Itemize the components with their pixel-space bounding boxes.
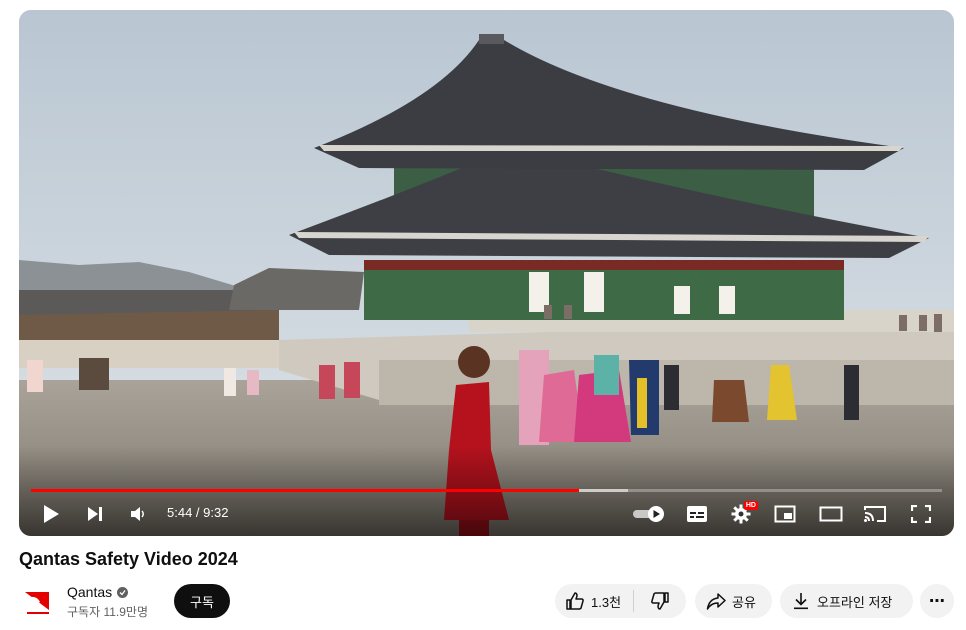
thumbs-down-icon [651, 592, 669, 610]
fullscreen-button[interactable] [907, 500, 935, 528]
offline-save-button[interactable]: 오프라인 저장 [780, 584, 913, 618]
more-icon: ⋯ [929, 593, 945, 610]
qantas-logo [25, 592, 49, 614]
volume-button[interactable] [125, 500, 151, 528]
autoplay-toggle[interactable] [631, 500, 667, 528]
progress-bar[interactable] [31, 489, 942, 492]
dislike-button[interactable] [634, 584, 686, 618]
like-button[interactable]: 1.3천 [555, 584, 621, 618]
cast-button[interactable] [861, 500, 889, 528]
theater-mode-button[interactable] [817, 500, 845, 528]
volume-icon [131, 507, 144, 521]
miniplayer-icon [774, 505, 796, 523]
channel-avatar[interactable] [19, 582, 57, 620]
share-label: 공유 [732, 594, 756, 610]
hd-badge: HD [743, 501, 758, 510]
fullscreen-icon [911, 505, 931, 523]
like-count: 1.3천 [591, 594, 622, 610]
time-display: 5:44 / 9:32 [167, 505, 229, 520]
miniplayer-button[interactable] [771, 500, 799, 528]
download-icon [794, 593, 808, 610]
played-bar [31, 489, 579, 492]
video-title: Qantas Safety Video 2024 [19, 549, 238, 569]
channel-name[interactable]: Qantas [67, 584, 129, 600]
offline-save-label: 오프라인 저장 [817, 594, 893, 610]
play-button[interactable] [37, 500, 65, 528]
share-button[interactable]: 공유 [695, 584, 772, 618]
next-button[interactable] [81, 500, 109, 528]
autoplay-toggle-icon [633, 506, 664, 522]
cast-icon [864, 506, 886, 522]
next-icon [88, 507, 102, 521]
subtitles-button[interactable] [683, 500, 711, 528]
subscriber-count: 구독자 11.9만명 [67, 605, 148, 619]
settings-button[interactable]: HD [727, 500, 758, 528]
video-player[interactable]: 5:44 / 9:32 HD [19, 10, 954, 536]
theater-mode-icon [819, 506, 843, 522]
verified-check-icon [117, 586, 129, 598]
subscribe-button[interactable]: 구독 [174, 584, 230, 618]
play-icon [44, 505, 59, 523]
channel-name-text: Qantas [67, 584, 113, 600]
like-dislike-group: 1.3천 [555, 584, 686, 618]
thumbs-up-icon [566, 592, 584, 610]
subtitles-icon [687, 506, 707, 522]
more-actions-button[interactable]: ⋯ [920, 584, 954, 618]
share-arrow-icon [706, 593, 726, 610]
